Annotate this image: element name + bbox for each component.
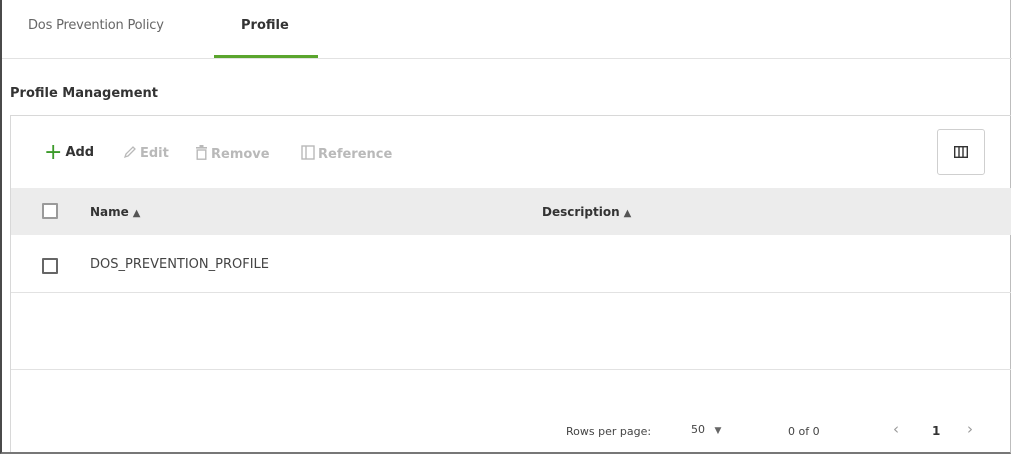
reference-icon	[301, 145, 315, 160]
add-button[interactable]: + Add	[44, 142, 95, 164]
section-title: Profile Management	[10, 86, 158, 101]
table-row[interactable]: DOS_PREVENTION_PROFILE	[11, 235, 1011, 293]
columns-icon	[954, 146, 968, 158]
column-settings-button[interactable]	[937, 129, 985, 175]
select-all-checkbox[interactable]	[42, 203, 58, 219]
table-header: Name ▲︎ Description ▲︎	[11, 188, 1011, 235]
current-page[interactable]: 1	[932, 424, 940, 438]
edit-label: Edit	[140, 146, 169, 161]
rows-per-page-select[interactable]: 50 ▼	[691, 423, 721, 436]
column-header-description-label: Description	[542, 205, 620, 219]
row-checkbox[interactable]	[42, 258, 58, 274]
page-range: 0 of 0	[788, 425, 820, 438]
footer-divider	[11, 369, 1011, 370]
prev-page-icon[interactable]: ‹	[893, 420, 899, 438]
sort-icon: ▲︎	[623, 208, 632, 219]
rows-per-page-label: Rows per page:	[566, 425, 652, 438]
dropdown-arrow-icon: ▼	[714, 426, 722, 436]
remove-label: Remove	[211, 147, 270, 162]
tab-profile[interactable]: Profile	[241, 18, 289, 33]
plus-icon: +	[44, 140, 63, 165]
pencil-icon	[123, 146, 136, 159]
reference-label: Reference	[318, 147, 393, 162]
column-header-name[interactable]: Name ▲︎	[90, 205, 141, 219]
trash-icon	[196, 145, 207, 160]
column-header-name-label: Name	[90, 205, 129, 219]
sort-icon: ▲︎	[132, 208, 141, 219]
column-header-description[interactable]: Description ▲︎	[542, 205, 631, 219]
reference-button[interactable]: Reference	[301, 145, 392, 162]
remove-button[interactable]: Remove	[195, 145, 270, 162]
row-name: DOS_PREVENTION_PROFILE	[90, 257, 270, 272]
add-label: Add	[65, 145, 95, 160]
active-tab-indicator	[214, 55, 318, 58]
rows-per-page-value: 50	[691, 423, 705, 436]
edit-button[interactable]: Edit	[123, 145, 169, 161]
tab-dos-prevention-policy[interactable]: Dos Prevention Policy	[28, 18, 164, 33]
next-page-icon[interactable]: ›	[967, 420, 973, 438]
